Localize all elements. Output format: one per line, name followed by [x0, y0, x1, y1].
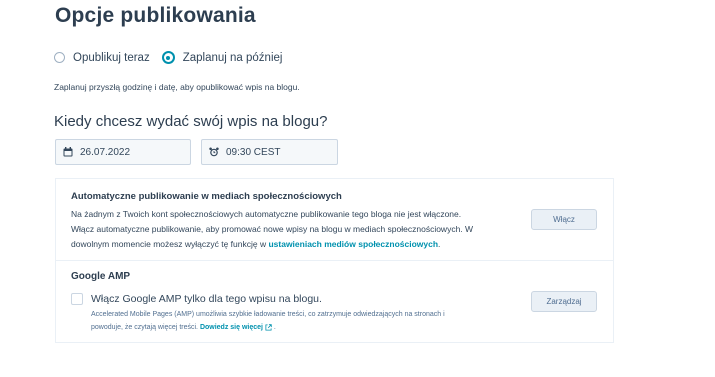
google-amp-card: Google AMP Włącz Google AMP tylko dla te…	[55, 260, 614, 343]
social-line-2: Włącz automatyczne publikowanie, aby pro…	[71, 224, 474, 234]
amp-checkbox[interactable]	[71, 293, 83, 305]
publish-mode-radio-group: Opublikuj teraz Zaplanuj na później	[54, 51, 294, 64]
learn-more-link[interactable]: Dowiedz się więcej	[199, 323, 272, 331]
amp-help-line-1: Accelerated Mobile Pages (AMP) umożliwia…	[91, 311, 445, 318]
social-line-3-prefix: dowolnym momencie możesz wyłączyć tę fun…	[71, 239, 269, 249]
amp-help-suffix: .	[271, 324, 276, 331]
social-settings-link[interactable]: ustawieniach mediów społecznościowych	[268, 239, 438, 249]
radio-publish-now-circle[interactable]	[54, 52, 65, 63]
amp-help-line-2: powoduje, że czytają więcej treści. Dowi…	[91, 321, 511, 334]
social-line-3: dowolnym momencie możesz wyłączyć tę fun…	[71, 237, 516, 252]
social-autopublish-title: Automatyczne publikowanie w mediach społ…	[71, 191, 342, 202]
radio-publish-now-label: Opublikuj teraz	[73, 51, 150, 64]
time-picker-field[interactable]: 09:30 CEST	[201, 139, 338, 165]
amp-checkbox-label[interactable]: Włącz Google AMP tylko dla tego wpisu na…	[91, 293, 322, 305]
radio-publish-now[interactable]: Opublikuj teraz	[54, 52, 150, 64]
time-value: 09:30 CEST	[226, 146, 281, 158]
calendar-icon	[63, 147, 73, 157]
radio-schedule-later-label: Zaplanuj na później	[182, 51, 283, 64]
social-line-3-suffix: .	[438, 239, 441, 249]
radio-schedule-later-circle[interactable]	[161, 51, 175, 64]
schedule-heading: Kiedy chcesz wydać swój wpis na blogu?	[54, 113, 328, 130]
learn-more-label: Dowiedz się więcej	[199, 324, 263, 331]
manage-amp-button[interactable]: Zarządzaj	[531, 291, 597, 312]
social-line-1: Na żadnym z Twoich kont społecznościowyc…	[71, 209, 462, 219]
page-title: Opcje publikowania	[55, 4, 256, 27]
social-autopublish-description: Na żadnym z Twoich kont społecznościowyc…	[71, 207, 516, 252]
amp-help-text: Accelerated Mobile Pages (AMP) umożliwia…	[91, 308, 511, 334]
enable-autopublish-button[interactable]: Włącz	[531, 209, 597, 230]
external-link-icon	[265, 323, 272, 331]
radio-schedule-later[interactable]: Zaplanuj na później	[161, 51, 283, 64]
google-amp-title: Google AMP	[71, 271, 131, 282]
date-picker-field[interactable]: 26.07.2022	[55, 139, 191, 165]
alarm-clock-icon	[209, 147, 219, 157]
date-value: 26.07.2022	[80, 146, 131, 158]
amp-help-line-2-text: powoduje, że czytają więcej treści.	[91, 324, 200, 331]
social-autopublish-card: Automatyczne publikowanie w mediach społ…	[55, 178, 614, 261]
schedule-description: Zaplanuj przyszłą godzinę i datę, aby op…	[54, 82, 300, 92]
